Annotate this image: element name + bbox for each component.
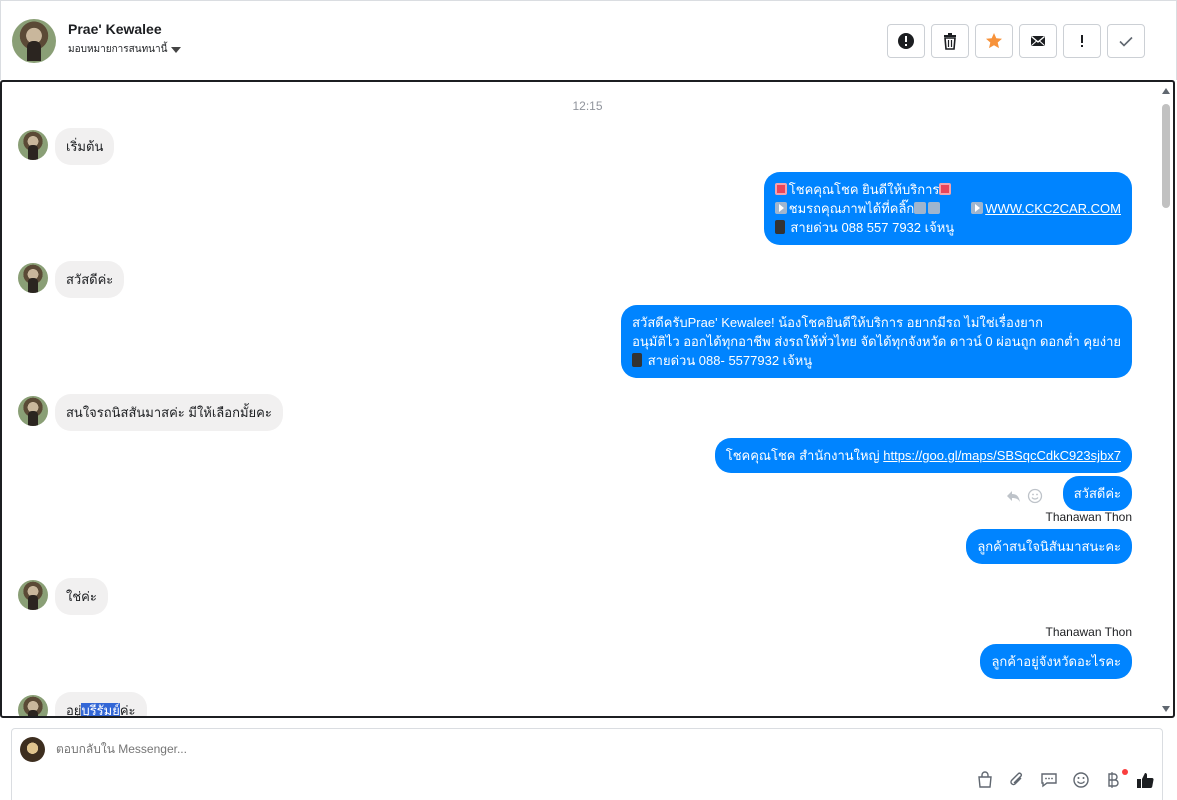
sender-name: Thanawan Thon (1045, 625, 1132, 639)
website-link[interactable]: WWW.CKC2CAR.COM (985, 201, 1121, 216)
incoming-message[interactable]: อยู่บุรีรัมย์ค่ะ (55, 692, 147, 718)
done-button[interactable] (1107, 24, 1145, 58)
map-link[interactable]: https://goo.gl/maps/SBSqcCdkC923sjbx7 (883, 448, 1121, 463)
contact-avatar-small[interactable] (18, 263, 48, 293)
scroll-down-arrow-icon[interactable] (1162, 706, 1170, 712)
trash-icon (944, 33, 956, 50)
emoji-icon[interactable] (1072, 771, 1090, 789)
scrollbar-thumb[interactable] (1162, 104, 1170, 208)
message-line: โชคคุณโชค ยินดีให้บริการ (774, 180, 1121, 199)
message-line: สายด่วน 088- 5577932 เจ้หนู (632, 351, 1121, 370)
caret-down-icon (171, 46, 182, 53)
outgoing-message[interactable]: ลูกค้าอยู่จังหวัดอะไรคะ (980, 644, 1132, 679)
contact-name[interactable]: Prae' Kewalee (68, 21, 162, 37)
incoming-message[interactable]: ใช่ค่ะ (55, 578, 108, 615)
header-actions (887, 24, 1145, 58)
check-icon (1119, 36, 1133, 47)
delete-button[interactable] (931, 24, 969, 58)
scroll-up-arrow-icon[interactable] (1162, 88, 1170, 94)
incoming-message[interactable]: สนใจรถนิสสันมาสค่ะ มีให้เลือกมั้ยคะ (55, 394, 283, 431)
message-thread[interactable]: 12:15 เริ่มต้น โชคคุณโชค ยินดีให้บริการ … (0, 80, 1175, 718)
page-avatar (20, 737, 45, 762)
star-icon (986, 33, 1002, 49)
incoming-message[interactable]: สวัสดีค่ะ (55, 261, 125, 298)
important-button[interactable] (1063, 24, 1101, 58)
composer-tools (976, 771, 1154, 789)
spam-button[interactable] (887, 24, 925, 58)
contact-avatar-small[interactable] (18, 130, 48, 160)
play-button-icon (774, 202, 787, 214)
contact-avatar[interactable] (12, 19, 56, 63)
outgoing-message[interactable]: ลูกค้าสนใจนิสันมาสนะคะ (966, 529, 1132, 564)
contact-avatar-small[interactable] (18, 396, 48, 426)
mark-unread-button[interactable] (1019, 24, 1057, 58)
reply-input[interactable] (56, 742, 656, 756)
mobile-phone-icon (632, 353, 643, 367)
message-line: สายด่วน 088 557 7932 เจ้หนู (774, 218, 1121, 237)
outgoing-message[interactable]: สวัสดีค่ะ (1062, 476, 1132, 511)
saved-reply-icon[interactable] (1040, 771, 1058, 789)
contact-avatar-small[interactable] (18, 695, 48, 716)
star-button[interactable] (975, 24, 1013, 58)
attachment-icon[interactable] (1008, 771, 1026, 789)
outgoing-message[interactable]: สวัสดีครับPrae' Kewalee! น้องโชคยินดีให้… (621, 305, 1132, 378)
message-text: โชคคุณโชค สำนักงานใหญ่ (725, 448, 884, 463)
outgoing-message[interactable]: โชคคุณโชค สำนักงานใหญ่ https://goo.gl/ma… (714, 438, 1132, 473)
message-line: ชมรถคุณภาพได้ที่คลิ๊ก WWW.CKC2CAR.COM (774, 199, 1121, 218)
down-arrow-icon (928, 202, 941, 214)
exclamation-icon (1081, 35, 1083, 47)
mobile-phone-icon (774, 220, 785, 234)
red-square-icon (774, 183, 787, 195)
message-actions (1005, 488, 1043, 504)
selected-text: บุรีรัมย์ (81, 703, 120, 718)
reply-icon[interactable] (1005, 488, 1021, 504)
red-square-icon (939, 183, 952, 195)
envelope-icon (1031, 35, 1045, 46)
reply-composer (11, 728, 1163, 800)
play-button-icon (971, 202, 984, 214)
thumbs-up-icon[interactable] (1136, 771, 1154, 789)
alert-circle-icon (898, 33, 914, 49)
emoji-react-icon[interactable] (1027, 488, 1043, 504)
shop-bag-icon[interactable] (976, 771, 994, 789)
sender-name: Thanawan Thon (1045, 510, 1132, 524)
thread-scrollbar[interactable] (1161, 88, 1171, 712)
outgoing-message[interactable]: โชคคุณโชค ยินดีให้บริการ ชมรถคุณภาพได้ที… (763, 172, 1132, 245)
assign-label: มอบหมายการสนทนานี้ (68, 44, 168, 55)
message-timestamp: 12:15 (572, 99, 603, 113)
contact-avatar-small[interactable] (18, 580, 48, 610)
conversation-header: Prae' Kewalee มอบหมายการสนทนานี้ (0, 0, 1177, 80)
assign-conversation-dropdown[interactable]: มอบหมายการสนทนานี้ (68, 42, 182, 57)
down-arrow-icon (914, 202, 927, 214)
message-line: สวัสดีครับPrae' Kewalee! น้องโชคยินดีให้… (632, 315, 1043, 330)
incoming-message[interactable]: เริ่มต้น (55, 128, 115, 165)
message-line: อนุมัติไว ออกได้ทุกอาชีพ ส่งรถให้ทั่วไทย… (632, 334, 1121, 349)
baht-icon[interactable] (1104, 771, 1122, 789)
